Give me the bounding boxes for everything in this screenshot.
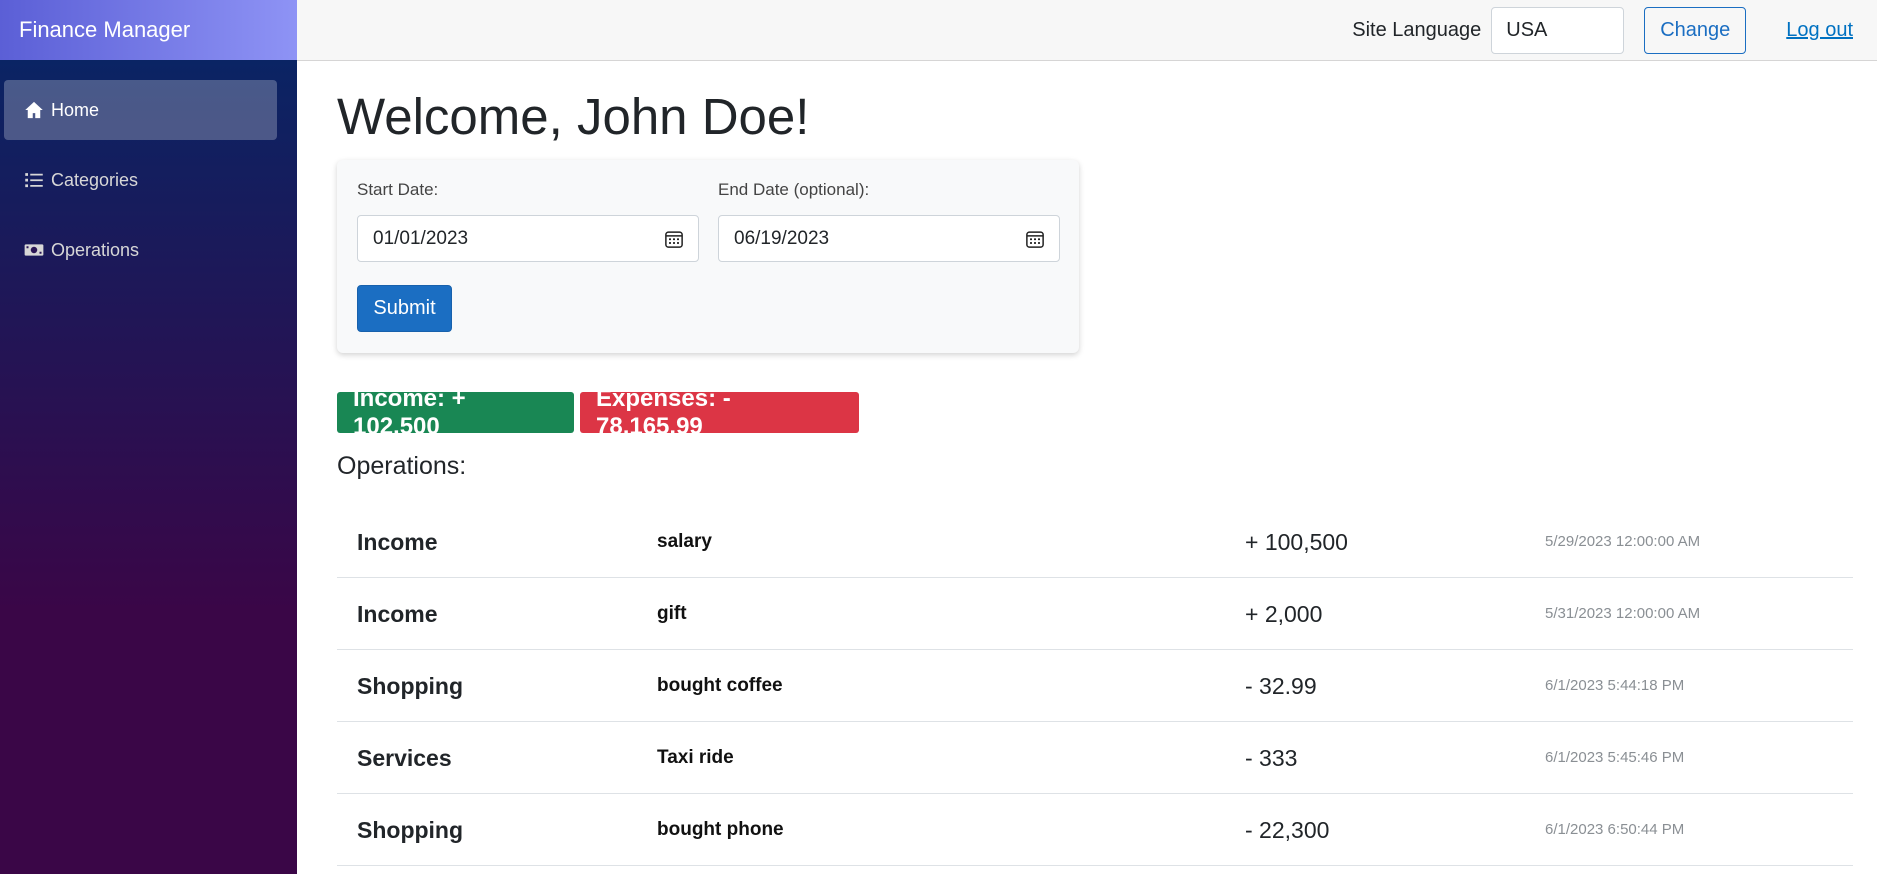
operation-category: Services bbox=[357, 745, 452, 771]
operation-date: 6/1/2023 5:45:46 PM bbox=[1545, 749, 1685, 766]
start-date-value: 01/01/2023 bbox=[373, 227, 469, 249]
operation-category: Shopping bbox=[357, 817, 464, 843]
operation-description: Taxi ride bbox=[657, 747, 734, 768]
end-date-label: End Date (optional): bbox=[718, 180, 870, 199]
calendar-icon[interactable] bbox=[1025, 229, 1045, 249]
submit-button[interactable]: Submit bbox=[357, 285, 452, 332]
operation-row: Services Taxi ride - 333 6/1/2023 5:45:4… bbox=[337, 722, 1853, 794]
summary-badges: Income: + 102,500 Expenses: - 78,165.99 bbox=[337, 385, 1853, 440]
operation-amount: + 2,000 bbox=[1245, 601, 1323, 627]
date-filter-card: Start Date: 01/01/2023 End Date (optiona… bbox=[337, 160, 1079, 353]
sidebar-item-label: Home bbox=[51, 99, 100, 120]
sidebar-item-categories[interactable]: Categories bbox=[4, 150, 277, 210]
sidebar-nav: Home Categories Operations bbox=[0, 60, 297, 280]
operations-heading: Operations: bbox=[337, 452, 467, 480]
operation-category: Income bbox=[357, 601, 438, 627]
sidebar-item-home[interactable]: Home bbox=[4, 80, 277, 140]
home-icon bbox=[24, 100, 48, 120]
end-date-field: End Date (optional): 06/19/2023 bbox=[718, 180, 1060, 262]
expenses-badge: Expenses: - 78,165.99 bbox=[580, 385, 859, 440]
sidebar: Finance Manager Home Categories Operatio… bbox=[0, 0, 297, 874]
operation-date: 6/1/2023 6:50:44 PM bbox=[1545, 821, 1685, 838]
sidebar-item-label: Operations bbox=[51, 239, 140, 260]
start-date-field: Start Date: 01/01/2023 bbox=[357, 180, 699, 262]
end-date-value: 06/19/2023 bbox=[734, 227, 830, 249]
app-brand[interactable]: Finance Manager bbox=[19, 17, 190, 43]
operation-row: Shopping bought phone - 22,300 6/1/2023 … bbox=[337, 794, 1853, 866]
operation-description: gift bbox=[657, 603, 687, 624]
end-date-input[interactable]: 06/19/2023 bbox=[718, 215, 1060, 262]
operation-description: bought phone bbox=[657, 819, 784, 840]
start-date-input[interactable]: 01/01/2023 bbox=[357, 215, 699, 262]
operation-amount: - 22,300 bbox=[1245, 817, 1330, 843]
operations-list: Income salary + 100,500 5/29/2023 12:00:… bbox=[337, 506, 1853, 866]
money-icon bbox=[24, 240, 48, 260]
logout-link[interactable]: Log out bbox=[1786, 19, 1853, 42]
operation-category: Income bbox=[357, 529, 438, 555]
operation-row: Income gift + 2,000 5/31/2023 12:00:00 A… bbox=[337, 578, 1853, 650]
top-bar: Site Language Change Log out bbox=[297, 0, 1877, 61]
operation-date: 5/29/2023 12:00:00 AM bbox=[1545, 533, 1701, 550]
list-icon bbox=[24, 170, 48, 190]
page-title: Welcome, John Doe! bbox=[337, 88, 810, 145]
change-language-button[interactable]: Change bbox=[1644, 6, 1747, 54]
main-content: Welcome, John Doe! Start Date: 01/01/202… bbox=[337, 61, 1853, 866]
operation-description: bought coffee bbox=[657, 675, 783, 696]
site-language-input[interactable] bbox=[1491, 6, 1625, 54]
operation-amount: - 333 bbox=[1245, 745, 1298, 771]
operation-row: Shopping bought coffee - 32.99 6/1/2023 … bbox=[337, 650, 1853, 722]
site-language-label: Site Language bbox=[1352, 18, 1482, 41]
sidebar-item-operations[interactable]: Operations bbox=[4, 220, 277, 280]
operation-date: 5/31/2023 12:00:00 AM bbox=[1545, 605, 1701, 622]
operation-amount: - 32.99 bbox=[1245, 673, 1317, 699]
sidebar-item-label: Categories bbox=[51, 169, 139, 190]
brand-bar: Finance Manager bbox=[0, 0, 297, 60]
start-date-label: Start Date: bbox=[357, 180, 439, 199]
calendar-icon[interactable] bbox=[664, 229, 684, 249]
operation-category: Shopping bbox=[357, 673, 464, 699]
income-badge: Income: + 102,500 bbox=[337, 385, 574, 440]
operation-description: salary bbox=[657, 531, 712, 552]
operation-row: Income salary + 100,500 5/29/2023 12:00:… bbox=[337, 506, 1853, 578]
operation-date: 6/1/2023 5:44:18 PM bbox=[1545, 677, 1685, 694]
operation-amount: + 100,500 bbox=[1245, 529, 1348, 555]
